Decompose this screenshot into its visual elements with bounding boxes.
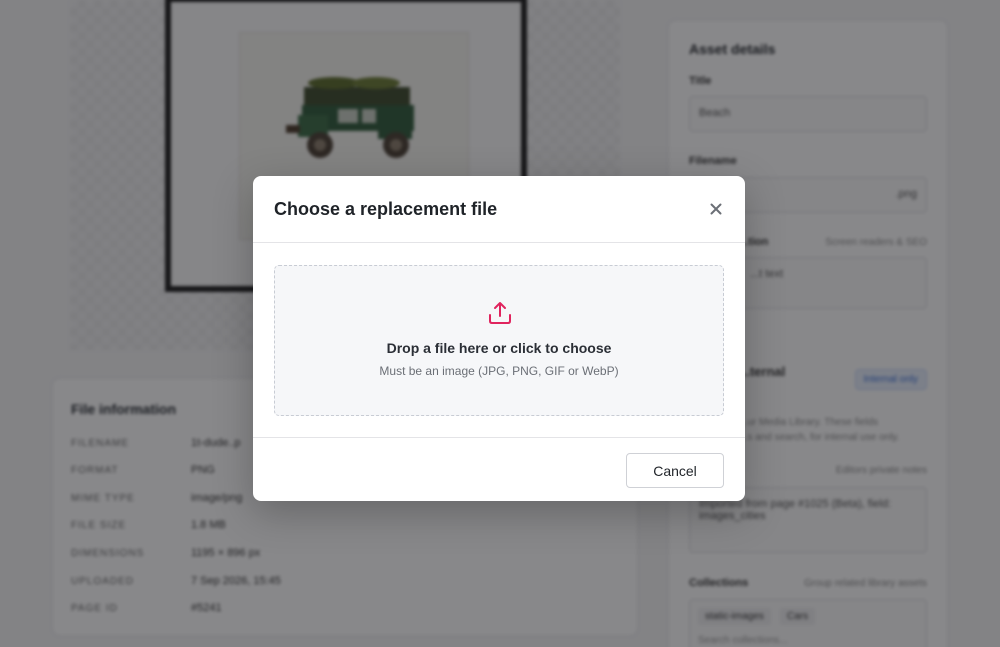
upload-icon	[489, 302, 511, 324]
dialog-header: Choose a replacement file	[253, 176, 745, 243]
close-button[interactable]	[707, 200, 725, 218]
dropzone-subtitle: Must be an image (JPG, PNG, GIF or WebP)	[379, 364, 619, 378]
dialog-title: Choose a replacement file	[274, 199, 498, 219]
cancel-button[interactable]: Cancel	[626, 453, 724, 488]
dialog-footer: Cancel	[253, 437, 745, 501]
file-dropzone[interactable]: Drop a file here or click to choose Must…	[274, 265, 724, 416]
close-icon	[710, 203, 722, 215]
replace-file-dialog: Choose a replacement file Drop a file he…	[253, 176, 745, 501]
dropzone-title: Drop a file here or click to choose	[386, 340, 612, 356]
